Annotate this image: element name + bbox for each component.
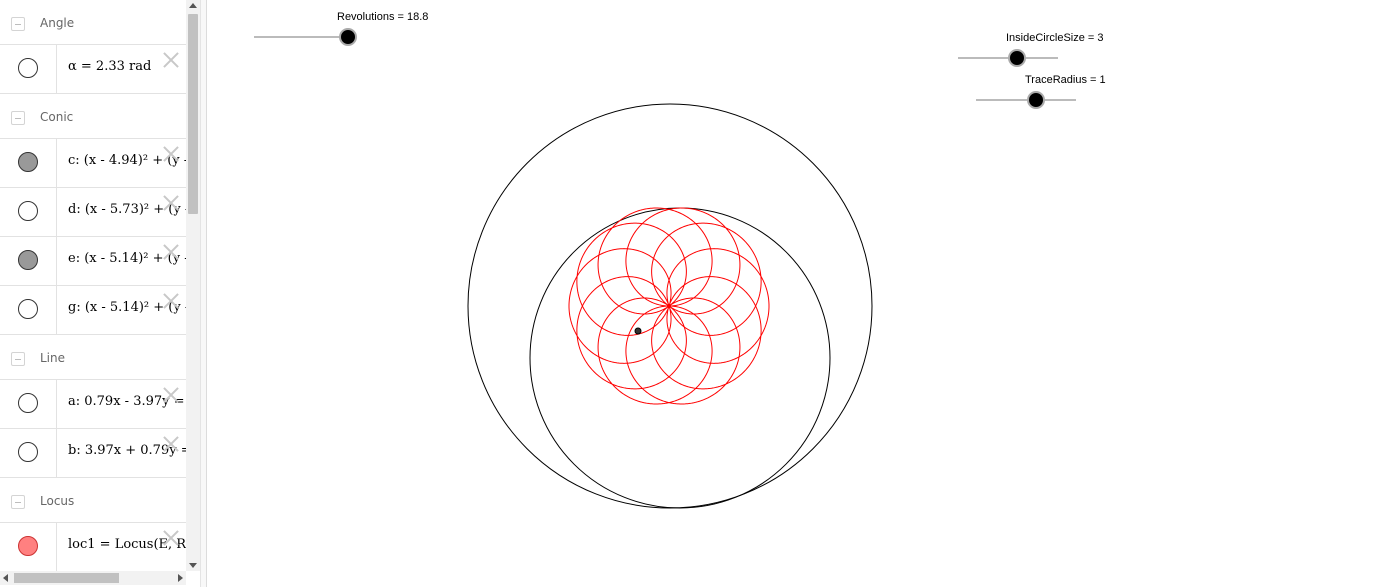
close-x-icon[interactable] <box>161 434 181 454</box>
collapse-minus-icon[interactable] <box>11 17 25 31</box>
trace-radius-slider-label: TraceRadius = 1 <box>1025 74 1106 86</box>
revolutions-slider-label: Revolutions = 18.8 <box>337 11 429 23</box>
algebra-item-b[interactable]: b: 3.97x + 0.79y = <box>0 428 186 477</box>
collapse-minus-icon[interactable] <box>11 111 25 125</box>
visibility-marble[interactable] <box>18 393 38 413</box>
collapse-minus-icon[interactable] <box>11 495 25 509</box>
inside-circle-size-slider-handle[interactable] <box>1008 49 1026 67</box>
marble-cell <box>0 286 57 334</box>
algebra-expression[interactable]: α = 2.33 rad <box>68 59 151 74</box>
close-x-icon[interactable] <box>161 385 181 405</box>
locus-center-point <box>667 304 671 308</box>
scroll-thumb[interactable] <box>188 14 198 214</box>
close-x-icon[interactable] <box>161 291 181 311</box>
visibility-marble[interactable] <box>18 250 38 270</box>
marble-cell <box>0 429 57 477</box>
scroll-down-arrow-icon[interactable] <box>189 563 197 568</box>
graphics-view[interactable]: Revolutions = 18.8 InsideCircleSize = 3 … <box>207 0 1382 587</box>
marble-cell <box>0 188 57 236</box>
visibility-marble[interactable] <box>18 152 38 172</box>
close-x-icon[interactable] <box>161 193 181 213</box>
close-x-icon[interactable] <box>161 144 181 164</box>
visibility-marble[interactable] <box>18 201 38 221</box>
inner-circle[interactable] <box>529 207 831 509</box>
collapse-minus-icon[interactable] <box>11 352 25 366</box>
category-angle[interactable]: Angle <box>0 0 186 46</box>
visibility-marble[interactable] <box>18 58 38 78</box>
category-locus[interactable]: Locus <box>0 478 186 524</box>
marble-cell <box>0 45 57 93</box>
revolutions-slider-handle[interactable] <box>339 28 357 46</box>
category-label: Line <box>40 351 66 365</box>
algebra-item-alpha[interactable]: α = 2.33 rad <box>0 44 186 93</box>
vertical-scrollbar[interactable] <box>186 0 200 571</box>
marble-cell <box>0 380 57 428</box>
inside-circle-size-slider-label: InsideCircleSize = 3 <box>1006 32 1104 44</box>
graphics-canvas[interactable] <box>207 0 1382 587</box>
marble-cell <box>0 523 57 571</box>
scroll-up-arrow-icon[interactable] <box>189 3 197 8</box>
algebra-item-d[interactable]: d: (x - 5.73)² + (y - <box>0 187 186 236</box>
algebra-item-c[interactable]: c: (x - 4.94)² + (y - <box>0 138 186 187</box>
category-line[interactable]: Line <box>0 335 186 381</box>
algebra-item-g[interactable]: g: (x - 5.14)² + (y - <box>0 285 186 334</box>
marble-cell <box>0 237 57 285</box>
algebra-item-a[interactable]: a: 0.79x - 3.97y = 1 <box>0 379 186 428</box>
marble-cell <box>0 139 57 187</box>
category-conic[interactable]: Conic <box>0 94 186 140</box>
visibility-marble[interactable] <box>18 536 38 556</box>
scroll-right-arrow-icon[interactable] <box>178 574 183 582</box>
scroll-left-arrow-icon[interactable] <box>3 574 8 582</box>
point-e[interactable] <box>634 327 642 335</box>
horizontal-scrollbar[interactable] <box>0 571 186 585</box>
algebra-view: Angle α = 2.33 rad Conic c: (x - 4.94)² … <box>0 0 186 571</box>
close-x-icon[interactable] <box>161 50 181 70</box>
view-splitter[interactable] <box>200 0 207 587</box>
category-label: Locus <box>40 494 75 508</box>
visibility-marble[interactable] <box>18 442 38 462</box>
category-label: Angle <box>40 16 75 30</box>
close-x-icon[interactable] <box>161 528 181 548</box>
trace-radius-slider-handle[interactable] <box>1027 91 1045 109</box>
algebra-item-loc1[interactable]: loc1 = Locus(E, Rev <box>0 522 186 571</box>
scroll-thumb[interactable] <box>14 573 119 583</box>
algebra-item-e[interactable]: e: (x - 5.14)² + (y - <box>0 236 186 285</box>
visibility-marble[interactable] <box>18 299 38 319</box>
close-x-icon[interactable] <box>161 242 181 262</box>
category-label: Conic <box>40 110 74 124</box>
